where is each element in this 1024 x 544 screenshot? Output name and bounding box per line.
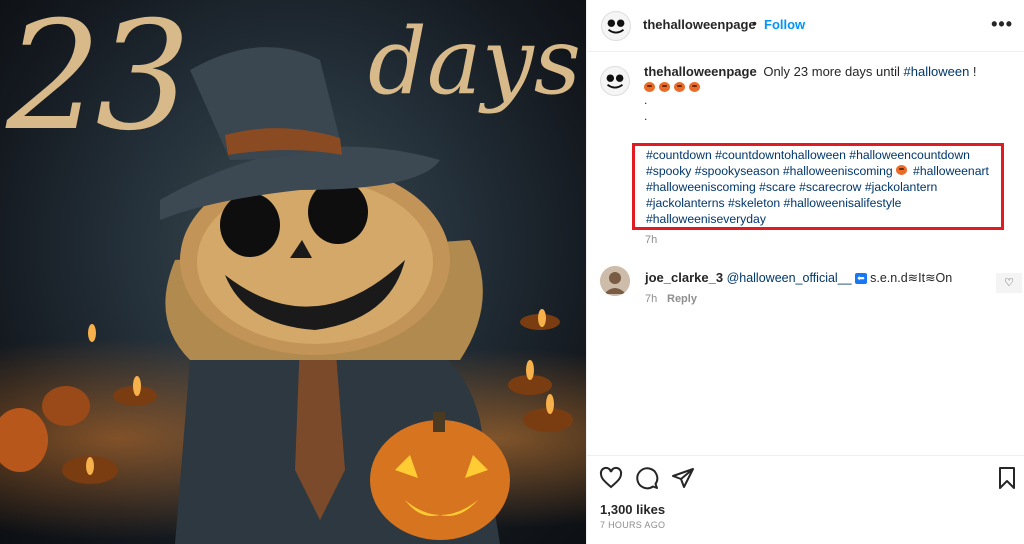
like-heart-icon[interactable] <box>599 466 623 490</box>
hashtag-link[interactable]: #halloweenisalifestyle <box>784 196 902 210</box>
separator-dot: • <box>752 15 757 31</box>
hashtag-link[interactable]: #halloweencountdown <box>849 148 970 162</box>
follow-button[interactable]: Follow <box>764 17 805 32</box>
countdown-number: 23 <box>6 0 191 164</box>
comment-text: joe_clarke_3 @halloween_official__ ⬅ s.e… <box>645 270 952 285</box>
pumpkin-icon <box>644 82 655 92</box>
post-image[interactable]: 23 days <box>0 0 586 544</box>
post-header: thehalloweenpage • Follow ••• <box>587 0 1024 52</box>
comment-bubble-icon[interactable] <box>635 466 659 490</box>
comment-mention[interactable]: @halloween_official__ <box>727 271 852 285</box>
caption-hashtag[interactable]: #halloween <box>904 64 970 79</box>
hashtag-link[interactable]: #halloweenart <box>913 164 989 178</box>
caption-dot: . <box>644 109 648 123</box>
share-send-icon[interactable] <box>671 466 695 490</box>
comment-heart-icon[interactable]: ♡ <box>996 273 1022 293</box>
caption-body: thehalloweenpage Only 23 more days until… <box>644 63 1014 124</box>
comment-body: s.e.n.d≋It≋On <box>870 271 953 285</box>
reply-button[interactable]: Reply <box>667 293 697 305</box>
caption-text: Only 23 more days until <box>763 64 900 79</box>
hashtag-link[interactable]: #jackolantern <box>865 180 938 194</box>
countdown-word: days <box>368 8 581 115</box>
hashtag-link[interactable]: #scare <box>759 180 796 194</box>
caption-avatar[interactable] <box>600 66 630 96</box>
commenter-avatar[interactable] <box>600 266 630 296</box>
hashtag-link[interactable]: #halloweeniscoming <box>783 164 893 178</box>
caption-suffix: ! <box>969 64 977 79</box>
action-bar <box>586 455 1024 495</box>
hashtag-list: #countdown #countdowntohalloween #hallow… <box>646 147 1002 227</box>
hashtag-link[interactable]: #halloweeniseveryday <box>646 212 766 226</box>
hashtag-link[interactable]: #skeleton <box>728 196 780 210</box>
post-time-ago: 7 HOURS AGO <box>600 520 666 530</box>
comment-timestamp[interactable]: 7h <box>645 293 657 305</box>
pumpkin-icon <box>895 165 907 175</box>
pumpkin-icon <box>659 82 670 92</box>
caption-timestamp[interactable]: 7h <box>645 234 657 246</box>
hashtag-link[interactable]: #spooky <box>646 164 691 178</box>
pumpkin-icon <box>674 82 685 92</box>
pumpkin-icon <box>689 82 700 92</box>
post-username[interactable]: thehalloweenpage <box>643 17 756 32</box>
more-options-icon[interactable]: ••• <box>991 14 1013 35</box>
commenter-username[interactable]: joe_clarke_3 <box>645 270 723 285</box>
arrow-badge-icon: ⬅ <box>855 273 867 284</box>
bookmark-save-icon[interactable] <box>995 466 1019 490</box>
account-avatar[interactable] <box>601 11 631 41</box>
hashtag-link[interactable]: #spookyseason <box>695 164 780 178</box>
likes-count[interactable]: 1,300 likes <box>600 502 665 517</box>
hashtag-link[interactable]: #countdowntohalloween <box>715 148 846 162</box>
hashtag-link[interactable]: #countdown <box>646 148 712 162</box>
hashtag-link[interactable]: #scarecrow <box>799 180 861 194</box>
caption-username[interactable]: thehalloweenpage <box>644 64 757 79</box>
hashtag-link[interactable]: #jackolanterns <box>646 196 725 210</box>
caption-dot: . <box>644 93 648 107</box>
hashtag-link[interactable]: #halloweeniscoming <box>646 180 756 194</box>
pumpkin-emojis <box>644 82 1014 92</box>
